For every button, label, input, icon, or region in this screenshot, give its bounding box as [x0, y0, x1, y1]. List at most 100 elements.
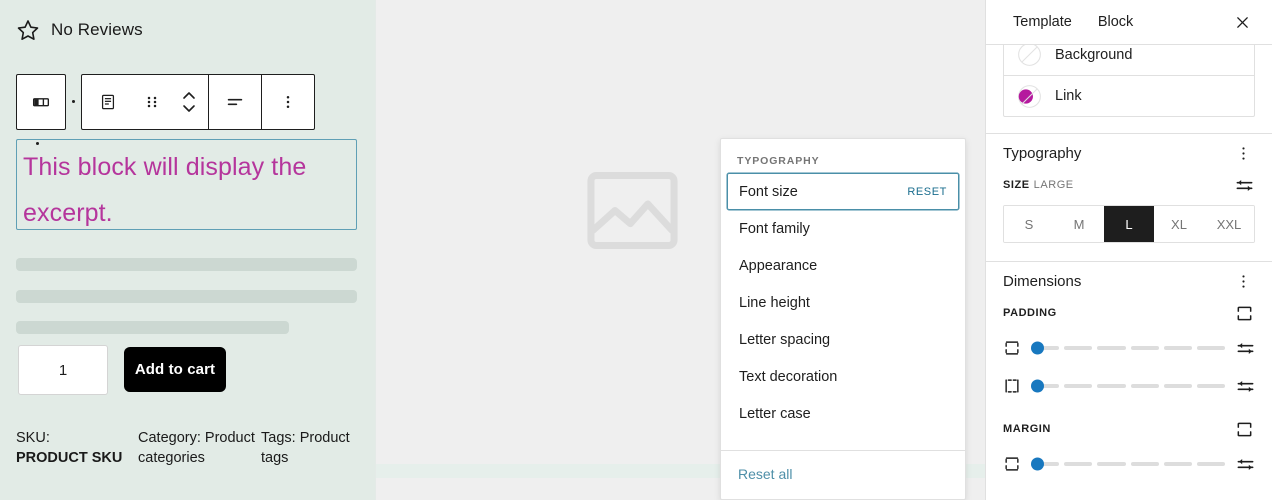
- sidebar-header: Template Block: [986, 0, 1272, 45]
- slider-segment: [1097, 462, 1126, 466]
- settings-sidebar: Template Block Background Link Typograph…: [985, 0, 1272, 500]
- move-up-down-icon-button[interactable]: [170, 75, 208, 129]
- popover-item-line-height[interactable]: Line height: [727, 284, 959, 321]
- typography-popover-list: Font size RESET Font family Appearance L…: [721, 173, 965, 450]
- slider-segment: [1064, 462, 1093, 466]
- product-preview-pane: No Reviews This block will display the e…: [0, 0, 375, 500]
- popover-item-label: Text decoration: [739, 368, 838, 385]
- box-top-bottom-icon: [1003, 339, 1021, 357]
- editor-root: No Reviews This block will display the e…: [0, 0, 1272, 500]
- font-size-option-m[interactable]: M: [1054, 206, 1104, 242]
- popover-item-text-decoration[interactable]: Text decoration: [727, 358, 959, 395]
- quantity-input[interactable]: 1: [18, 345, 108, 395]
- sku-label: SKU:: [16, 430, 50, 446]
- align-text-icon-button[interactable]: [209, 75, 261, 129]
- margin-vertical-slider-row: [1003, 448, 1255, 480]
- quantity-value: 1: [58, 361, 68, 379]
- slider-segment: [1196, 462, 1226, 466]
- slider-thumb[interactable]: [1031, 457, 1044, 471]
- font-size-toggle-group: S M L XL XXL: [1003, 205, 1255, 243]
- font-size-label: SIZE LARGE: [1003, 179, 1074, 191]
- typography-popover-footer: Reset all: [721, 450, 965, 499]
- margin-sides-icon[interactable]: [1233, 418, 1255, 440]
- popover-item-label: Font family: [739, 220, 810, 237]
- popover-item-font-size[interactable]: Font size RESET: [727, 173, 959, 210]
- padding-vertical-slider-row: [1003, 332, 1255, 364]
- drag-handle-icon-button[interactable]: [134, 75, 170, 129]
- sku-meta: SKU: PRODUCT SKU: [16, 428, 138, 468]
- margin-label: MARGIN: [1003, 423, 1051, 435]
- tab-block[interactable]: Block: [1085, 0, 1146, 44]
- excerpt-text: This block will display the excerpt.: [23, 153, 307, 227]
- toolbar-group-main: [81, 74, 315, 130]
- dimensions-section: Dimensions PADDING MARGIN: [986, 262, 1272, 480]
- font-size-reset-button[interactable]: RESET: [907, 186, 947, 198]
- popover-item-letter-case[interactable]: Letter case: [727, 395, 959, 432]
- add-to-cart-button[interactable]: Add to cart: [124, 347, 226, 392]
- reviews-row: No Reviews: [16, 18, 143, 42]
- margin-key: MARGIN: [1003, 423, 1051, 435]
- slider-settings-icon[interactable]: [1235, 454, 1255, 474]
- slider-settings-icon[interactable]: [1233, 174, 1255, 196]
- skeleton-bar: [16, 258, 357, 271]
- close-icon[interactable]: [1227, 7, 1257, 37]
- tags-label: Tags:: [261, 430, 296, 446]
- font-size-option-xxl[interactable]: XXL: [1204, 206, 1254, 242]
- slider-thumb[interactable]: [1031, 341, 1044, 355]
- popover-item-label: Letter spacing: [739, 331, 831, 348]
- margin-vertical-slider[interactable]: [1031, 457, 1226, 471]
- popover-item-appearance[interactable]: Appearance: [727, 247, 959, 284]
- paragraph-block-icon-button[interactable]: [82, 75, 134, 129]
- typography-section-title: Typography: [1003, 144, 1082, 162]
- typography-popover: TYPOGRAPHY Font size RESET Font family A…: [720, 138, 966, 500]
- columns-block-icon-button[interactable]: [17, 75, 65, 129]
- popover-item-label: Letter case: [739, 405, 811, 422]
- more-options-vertical-icon[interactable]: [1231, 141, 1255, 165]
- tab-template[interactable]: Template: [1000, 0, 1085, 44]
- font-size-option-s[interactable]: S: [1004, 206, 1054, 242]
- star-outline-icon: [16, 18, 40, 42]
- popover-item-letter-spacing[interactable]: Letter spacing: [727, 321, 959, 358]
- editor-canvas: TYPOGRAPHY Font size RESET Font family A…: [375, 0, 985, 500]
- padding-subhead: PADDING: [1003, 300, 1255, 326]
- box-top-bottom-icon: [1003, 455, 1021, 473]
- grid-cell: [377, 478, 574, 500]
- padding-horizontal-slider[interactable]: [1031, 379, 1226, 393]
- image-placeholder-icon: [580, 158, 685, 263]
- category-label: Category:: [138, 430, 201, 446]
- font-size-option-l[interactable]: L: [1104, 206, 1154, 242]
- slider-segment: [1163, 462, 1192, 466]
- more-options-vertical-icon[interactable]: [1231, 269, 1255, 293]
- color-row-link[interactable]: Link: [1004, 75, 1254, 116]
- slider-segment: [1064, 346, 1093, 350]
- popover-item-font-family[interactable]: Font family: [727, 210, 959, 247]
- font-size-option-xl[interactable]: XL: [1154, 206, 1204, 242]
- excerpt-block[interactable]: This block will display the excerpt.: [16, 139, 357, 230]
- empty-swatch-icon: [1017, 45, 1042, 67]
- font-size-value: LARGE: [1033, 179, 1074, 191]
- more-options-vertical-icon-button[interactable]: [262, 75, 314, 129]
- slider-thumb[interactable]: [1031, 379, 1044, 393]
- font-size-subhead: SIZE LARGE: [1003, 172, 1255, 198]
- slider-segment: [1064, 384, 1093, 388]
- slider-segment: [1163, 346, 1192, 350]
- padding-key: PADDING: [1003, 307, 1057, 319]
- reset-all-button[interactable]: Reset all: [738, 466, 792, 482]
- padding-vertical-slider[interactable]: [1031, 341, 1226, 355]
- category-meta: Category: Product categories: [138, 428, 261, 468]
- slider-segment: [1097, 384, 1126, 388]
- slider-segment: [1130, 346, 1159, 350]
- slider-segment: [1196, 346, 1226, 350]
- typography-section-head: Typography: [1003, 134, 1255, 172]
- skeleton-bar: [16, 321, 289, 334]
- popover-item-label: Line height: [739, 294, 810, 311]
- slider-settings-icon[interactable]: [1235, 376, 1255, 396]
- color-row-background[interactable]: Background: [1004, 45, 1254, 75]
- block-toolbar: [16, 74, 315, 145]
- color-settings-card: Background Link: [1003, 45, 1255, 117]
- dimensions-section-title: Dimensions: [1003, 272, 1082, 290]
- slider-segment: [1163, 384, 1192, 388]
- slider-settings-icon[interactable]: [1235, 338, 1255, 358]
- padding-sides-icon[interactable]: [1233, 302, 1255, 324]
- filled-swatch-icon: [1017, 84, 1042, 109]
